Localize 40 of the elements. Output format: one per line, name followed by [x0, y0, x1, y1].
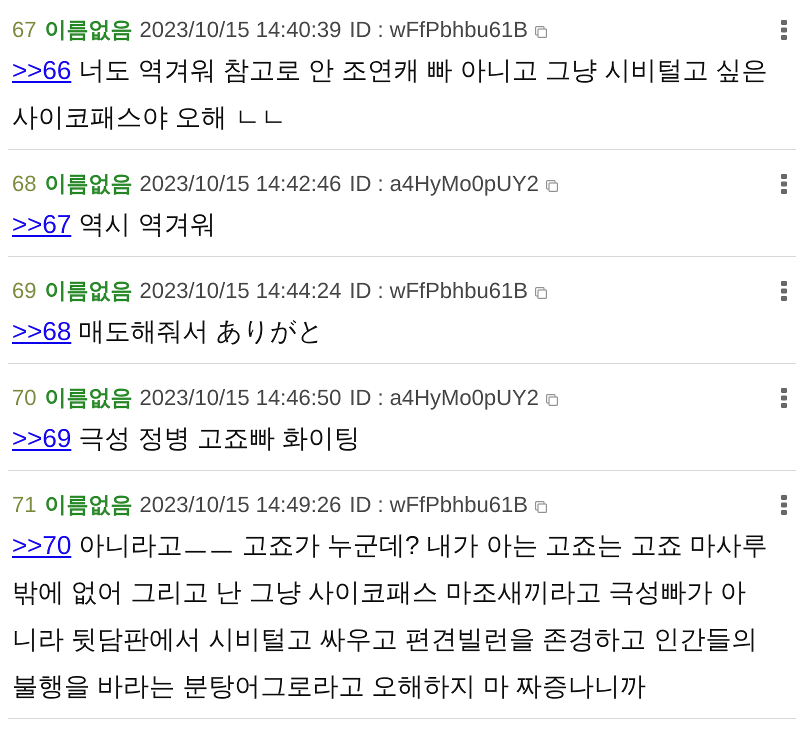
poster-name: 이름없음 [44, 170, 132, 198]
poster-id: ID : wFfPbhbu61B [349, 278, 528, 304]
post-date: 2023/10/15 14:49:26 [139, 492, 342, 518]
post-number: 71 [12, 492, 36, 518]
more-menu-icon[interactable] [781, 388, 787, 408]
post-body: >>70 아니라고ㅡㅡ 고죠가 누군데? 내가 아는 고죠는 고죠 마사루밖에 없어 그리고 난 그냥 사이코패스 마조새끼라고 극성빠가 아니라 뒷담판에서 시비털고 싸우고 편견빌런을 존경하고 인간들의 불행을 바라는 분탕어그로라고 오해하지 마 짜증나니까 [12, 529, 769, 703]
post-number: 67 [12, 17, 36, 43]
copy-icon[interactable] [534, 286, 547, 298]
reply-link[interactable]: >>70 [12, 530, 72, 560]
post-body: >>66 너도 역겨워 참고로 안 조연캐 빠 아니고 그냥 시비털고 싶은 사이코패스야 오해 ㄴㄴ [12, 54, 769, 134]
post-number: 68 [12, 171, 36, 197]
poster-name: 이름없음 [44, 491, 132, 519]
reply-link[interactable]: >>68 [12, 316, 72, 346]
copy-icon[interactable] [534, 500, 547, 512]
post-date: 2023/10/15 14:44:24 [139, 278, 342, 304]
post-number: 70 [12, 385, 36, 411]
poster-name: 이름없음 [44, 384, 132, 412]
more-menu-icon[interactable] [781, 174, 787, 194]
reply-link[interactable]: >>69 [12, 423, 72, 453]
post-body: >>68 매도해줘서 ありがと [12, 315, 325, 348]
post-date: 2023/10/15 14:46:50 [139, 385, 342, 411]
reply-link[interactable]: >>66 [12, 55, 72, 85]
poster-name: 이름없음 [44, 277, 132, 305]
poster-id: ID : wFfPbhbu61B [349, 492, 528, 518]
poster-id: ID : wFfPbhbu61B [349, 17, 528, 43]
more-menu-icon[interactable] [781, 281, 787, 301]
poster-name: 이름없음 [44, 16, 132, 44]
post-number: 69 [12, 278, 36, 304]
post-date: 2023/10/15 14:40:39 [139, 17, 342, 43]
post-date: 2023/10/15 14:42:46 [139, 171, 342, 197]
copy-icon[interactable] [546, 180, 558, 192]
post-body: >>67 역시 역겨워 [12, 208, 217, 241]
more-menu-icon[interactable] [781, 495, 787, 515]
copy-icon[interactable] [534, 26, 547, 38]
poster-id: ID : a4HyMo0pUY2 [349, 171, 539, 197]
copy-icon[interactable] [546, 394, 558, 406]
more-menu-icon[interactable] [781, 20, 787, 40]
poster-id: ID : a4HyMo0pUY2 [349, 385, 539, 411]
reply-link[interactable]: >>67 [12, 209, 72, 239]
post-body: >>69 극성 정병 고죠빠 화이팅 [12, 422, 362, 455]
